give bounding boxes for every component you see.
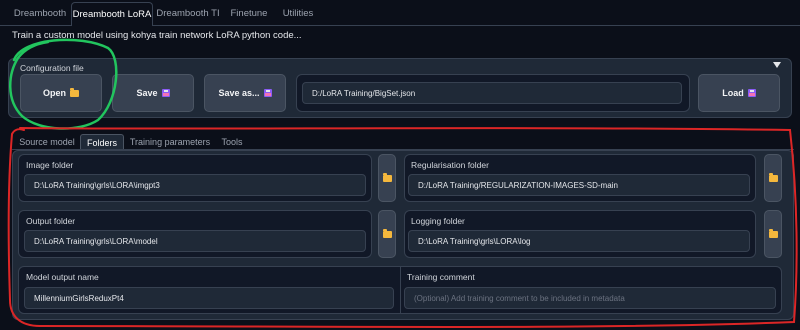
regularisation-folder-input[interactable]: D:/LoRA Training/REGULARIZATION-IMAGES-S…	[408, 174, 750, 196]
tab-folders[interactable]: Folders	[80, 134, 124, 150]
tab-dreambooth[interactable]: Dreambooth	[8, 2, 72, 26]
training-comment-input[interactable]: (Optional) Add training comment to be in…	[404, 287, 776, 309]
floppy-disk-icon	[161, 89, 170, 97]
configuration-file-label: Configuration file	[20, 63, 84, 73]
tab-finetune[interactable]: Finetune	[225, 2, 273, 26]
tab-utilities[interactable]: Utilities	[277, 2, 319, 26]
folder-icon	[382, 172, 392, 182]
folder-icon	[768, 228, 778, 238]
logging-folder-label: Logging folder	[411, 216, 465, 226]
folder-icon	[768, 172, 778, 182]
field-divider	[400, 266, 401, 314]
tab-tools[interactable]: Tools	[216, 134, 248, 150]
logging-folder-input[interactable]: D:\LoRA Training\grls\LORA\log	[408, 230, 750, 252]
floppy-disk-icon	[263, 89, 272, 97]
image-folder-label: Image folder	[26, 160, 74, 170]
logging-folder-browse-button[interactable]	[764, 210, 782, 258]
tab-dreambooth-ti[interactable]: Dreambooth TI	[155, 2, 221, 26]
config-path-input[interactable]: D:/LoRA Training/BigSet.json	[302, 82, 682, 104]
tab-training-parameters[interactable]: Training parameters	[128, 134, 212, 150]
dropdown-caret-icon[interactable]	[773, 62, 781, 68]
open-button-label: Open	[42, 88, 66, 98]
page-description: Train a custom model using kohya train n…	[12, 30, 302, 41]
save-as-button[interactable]: Save as...	[204, 74, 286, 112]
save-as-button-label: Save as...	[218, 88, 260, 98]
tab-dreambooth-lora[interactable]: Dreambooth LoRA	[71, 2, 153, 26]
save-button-label: Save	[136, 88, 158, 98]
image-folder-input[interactable]: D:\LoRA Training\grls\LORA\imgpt3	[24, 174, 366, 196]
model-output-name-label: Model output name	[26, 272, 99, 282]
output-folder-input[interactable]: D:\LoRA Training\grls\LORA\model	[24, 230, 366, 252]
load-button[interactable]: Load	[698, 74, 780, 112]
regularisation-folder-browse-button[interactable]	[764, 154, 782, 202]
load-button-label: Load	[722, 88, 744, 98]
model-output-name-input[interactable]: MillenniumGirlsReduxPt4	[24, 287, 394, 309]
image-folder-browse-button[interactable]	[378, 154, 396, 202]
save-button[interactable]: Save	[112, 74, 194, 112]
regularisation-folder-label: Regularisation folder	[411, 160, 489, 170]
floppy-disk-icon	[747, 89, 756, 97]
folder-icon	[70, 87, 79, 97]
tab-source-model[interactable]: Source model	[16, 134, 78, 150]
output-folder-label: Output folder	[26, 216, 76, 226]
folder-icon	[382, 228, 392, 238]
training-comment-label: Training comment	[407, 272, 475, 282]
output-folder-browse-button[interactable]	[378, 210, 396, 258]
open-button[interactable]: Open	[20, 74, 102, 112]
